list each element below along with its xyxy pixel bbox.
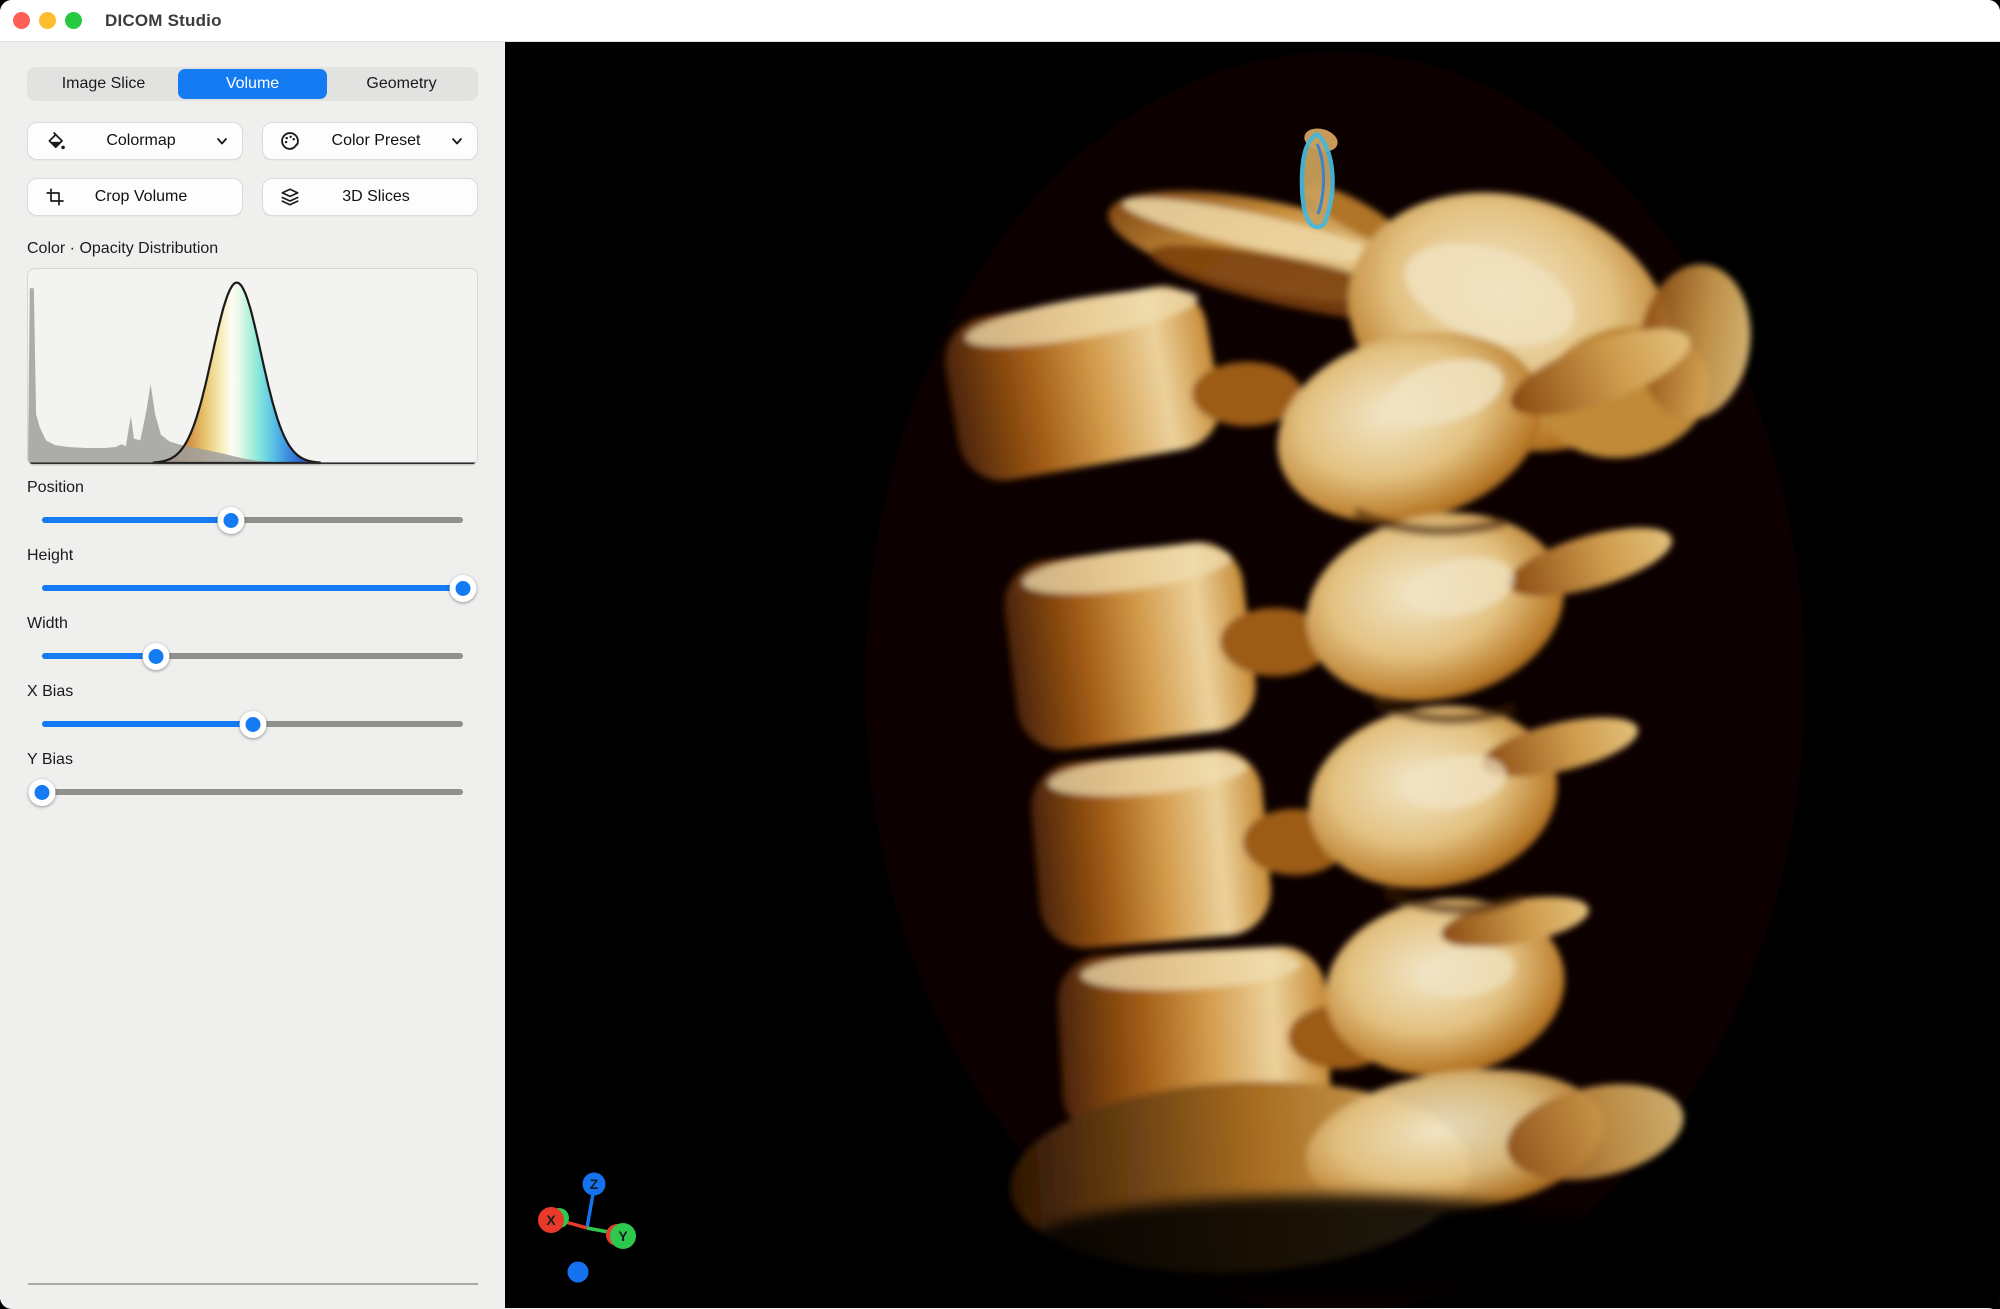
tool-buttons: Colormap <box>27 122 478 216</box>
tab-geometry[interactable]: Geometry <box>327 69 476 99</box>
width-label: Width <box>27 615 478 633</box>
y-bias-slider[interactable] <box>42 778 463 806</box>
position-slider[interactable] <box>42 506 463 534</box>
window-title: DICOM Studio <box>105 11 222 31</box>
x-bias-label: X Bias <box>27 683 478 701</box>
slider-thumb[interactable] <box>29 779 56 806</box>
sidebar-divider <box>28 1283 478 1285</box>
color-preset-label: Color Preset <box>301 132 451 150</box>
width-slider-row: Width <box>27 615 478 670</box>
position-label: Position <box>27 479 478 497</box>
axis-z-ball[interactable]: Z <box>583 1173 606 1196</box>
gaussian-color-curve[interactable] <box>154 283 320 464</box>
app-window: DICOM Studio Image Slice Volume Geometry <box>0 0 2000 1309</box>
sidebar: Image Slice Volume Geometry Colormap <box>0 42 505 1308</box>
layers-icon <box>279 186 301 208</box>
tab-volume[interactable]: Volume <box>178 69 327 99</box>
y-bias-slider-row: Y Bias <box>27 751 478 806</box>
axis-x-label: X <box>546 1212 556 1228</box>
colormap-button[interactable]: Colormap <box>27 122 243 160</box>
axis-z-negative-ball[interactable] <box>568 1262 589 1283</box>
title-bar: DICOM Studio <box>0 0 2000 42</box>
transfer-function-plot[interactable] <box>28 269 477 465</box>
axis-y-ball[interactable]: Y <box>610 1223 636 1249</box>
histogram-baseline <box>28 462 477 464</box>
y-bias-label: Y Bias <box>27 751 478 769</box>
tab-image-slice[interactable]: Image Slice <box>29 69 178 99</box>
chevron-down-icon <box>216 137 228 146</box>
slider-thumb[interactable] <box>450 575 477 602</box>
3d-slices-button[interactable]: 3D Slices <box>262 178 478 216</box>
slider-thumb[interactable] <box>218 507 245 534</box>
palette-icon <box>279 130 301 152</box>
height-label: Height <box>27 547 478 565</box>
paint-bucket-icon <box>44 130 66 152</box>
x-bias-slider-row: X Bias <box>27 683 478 738</box>
height-slider-row: Height <box>27 547 478 602</box>
orientation-axes-widget[interactable]: Z X Y <box>519 1114 679 1289</box>
width-slider[interactable] <box>42 642 463 670</box>
axis-y-label: Y <box>618 1228 628 1244</box>
colormap-label: Colormap <box>66 132 216 150</box>
traffic-lights <box>13 12 82 29</box>
axis-x-ball[interactable]: X <box>538 1207 564 1233</box>
slider-track[interactable] <box>42 789 463 795</box>
slider-thumb[interactable] <box>239 711 266 738</box>
zoom-button[interactable] <box>65 12 82 29</box>
slider-track[interactable] <box>42 653 463 659</box>
position-slider-row: Position <box>27 479 478 534</box>
axis-z-label: Z <box>590 1176 599 1192</box>
chevron-down-icon <box>451 137 463 146</box>
slider-track[interactable] <box>42 585 463 591</box>
crop-volume-label: Crop Volume <box>66 188 216 206</box>
transfer-function-section-label: Color · Opacity Distribution <box>27 240 478 258</box>
close-button[interactable] <box>13 12 30 29</box>
height-slider[interactable] <box>42 574 463 602</box>
spine-volume-render[interactable] <box>505 42 2000 1308</box>
crop-volume-button[interactable]: Crop Volume <box>27 178 243 216</box>
color-preset-button[interactable]: Color Preset <box>262 122 478 160</box>
render-viewport[interactable]: Z X Y <box>505 42 2000 1308</box>
x-bias-slider[interactable] <box>42 710 463 738</box>
3d-slices-label: 3D Slices <box>301 188 451 206</box>
minimize-button[interactable] <box>39 12 56 29</box>
crop-icon <box>44 186 66 208</box>
mode-tabs: Image Slice Volume Geometry <box>27 67 478 101</box>
slider-thumb[interactable] <box>142 643 169 670</box>
slider-track[interactable] <box>42 517 463 523</box>
color-opacity-distribution-editor[interactable] <box>27 268 478 466</box>
